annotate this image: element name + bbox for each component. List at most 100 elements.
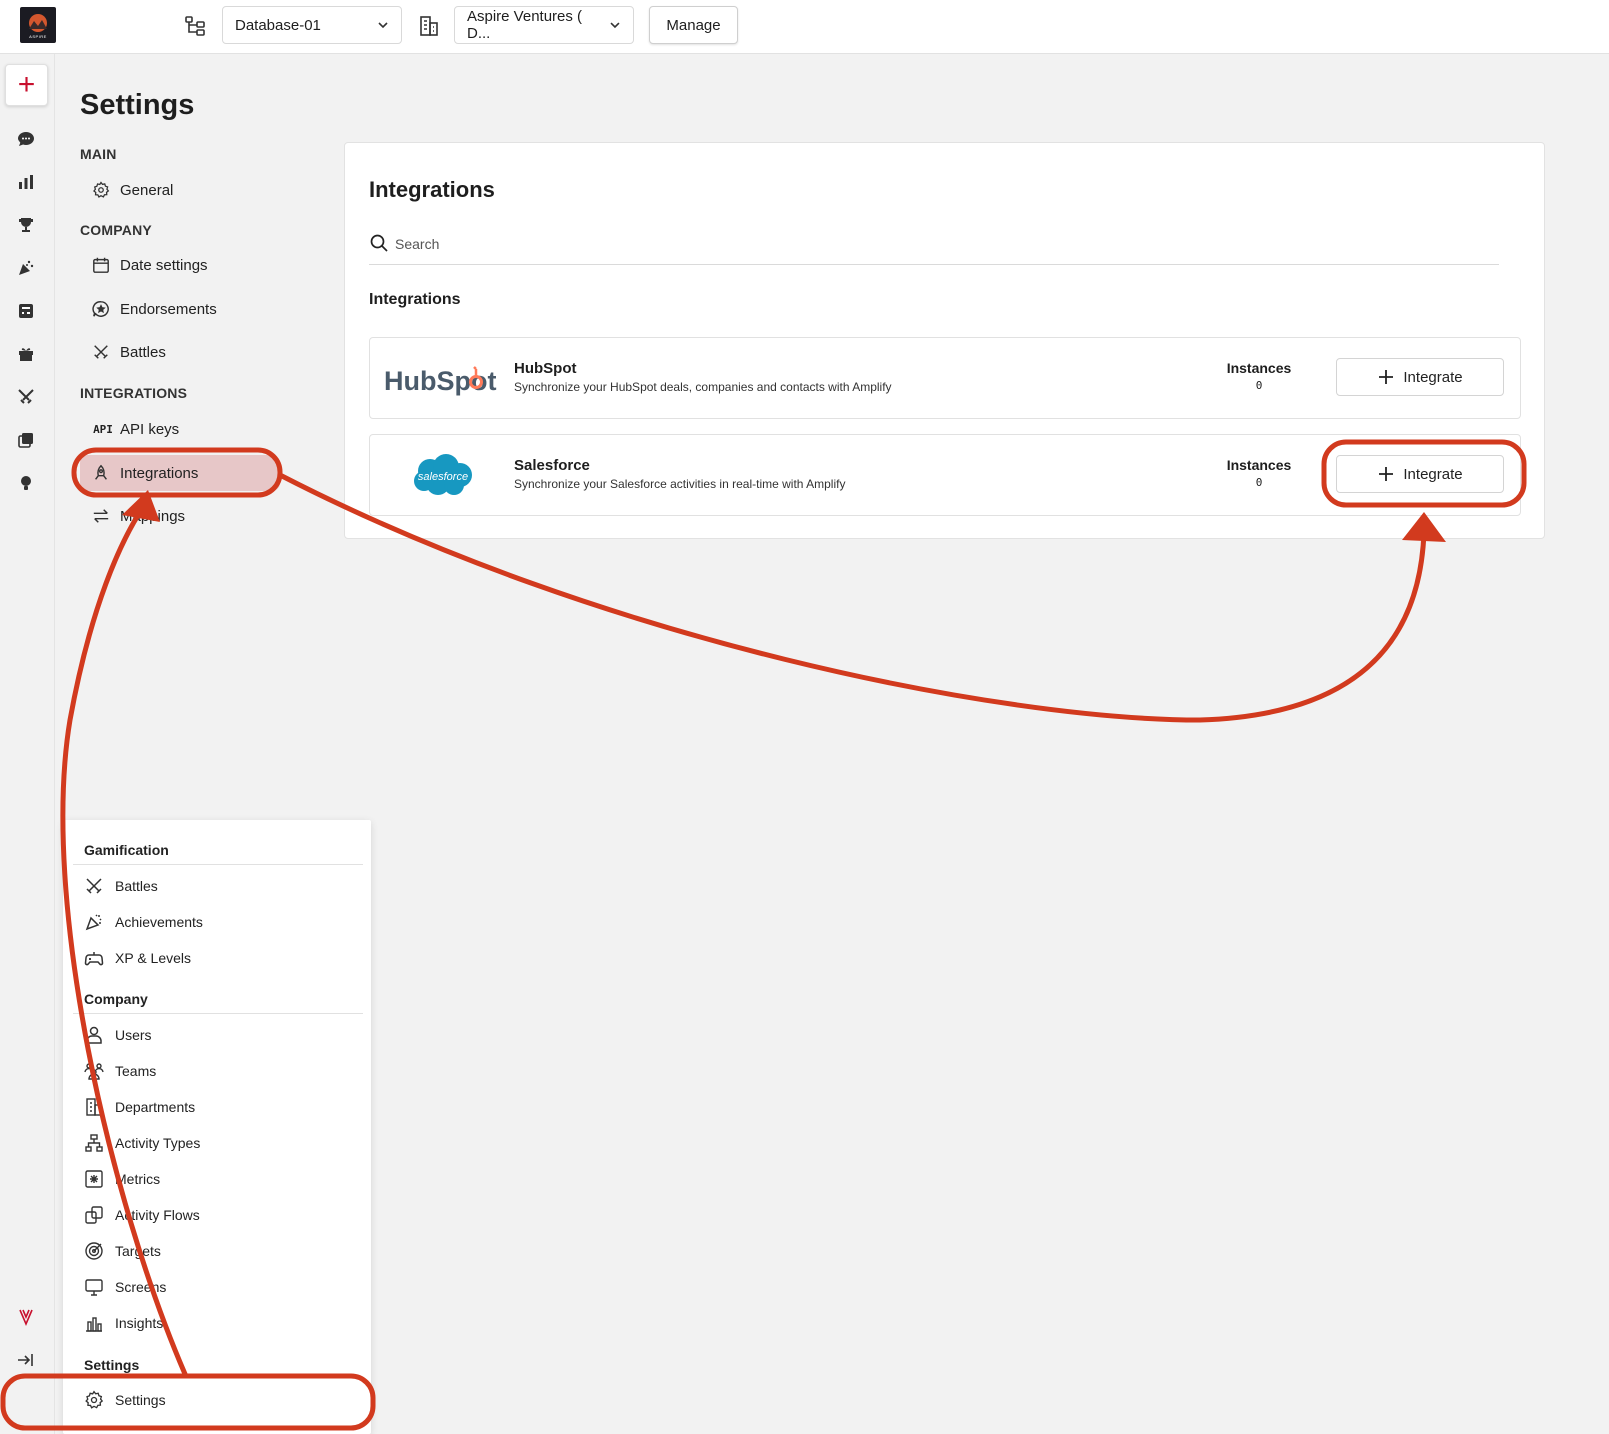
section-heading-company: COMPANY	[80, 222, 152, 238]
menu-heading-settings: Settings	[84, 1357, 140, 1373]
menu-item-label: Screens	[115, 1279, 167, 1295]
cards-icon[interactable]	[16, 430, 36, 450]
plus-icon	[1379, 370, 1394, 384]
confetti-icon[interactable]	[16, 258, 36, 278]
instances-label: Instances	[1226, 360, 1292, 376]
lightbulb-icon[interactable]	[16, 473, 36, 493]
api-icon: API	[93, 422, 113, 436]
gift-icon[interactable]	[16, 344, 36, 364]
integration-name: Salesforce	[514, 457, 590, 474]
calculator-icon[interactable]	[16, 301, 36, 321]
menu-item-label: Teams	[115, 1063, 157, 1079]
chat-icon[interactable]	[16, 129, 36, 149]
integrate-hubspot-button[interactable]: Integrate	[1336, 358, 1504, 396]
add-button[interactable]: +	[5, 64, 48, 106]
team-icon	[84, 1063, 104, 1080]
company-select[interactable]: Aspire Ventures ( D...	[454, 6, 634, 44]
card-title: Integrations	[369, 177, 495, 202]
app-logo[interactable]: ASPIRE	[20, 7, 56, 43]
star-bubble-icon	[91, 299, 111, 319]
collapse-icon[interactable]	[16, 1350, 36, 1370]
integrate-salesforce-button[interactable]: Integrate	[1336, 455, 1504, 493]
brand-icon[interactable]	[16, 1307, 36, 1327]
integration-row-salesforce: salesforce Salesforce Synchronize your S…	[369, 434, 1521, 516]
user-icon	[86, 1026, 102, 1044]
menu-item-label: Activity Types	[115, 1135, 201, 1151]
integrations-list-title: Integrations	[369, 291, 461, 308]
menu-item-activity-flows[interactable]: Activity Flows	[84, 1201, 354, 1229]
trophy-icon[interactable]	[16, 215, 36, 235]
menu-item-label: Settings	[115, 1392, 166, 1408]
menu-item-label: XP & Levels	[115, 950, 192, 966]
target-icon	[85, 1242, 103, 1260]
nav-item-date-settings[interactable]: Date settings	[80, 247, 280, 283]
menu-item-label: Targets	[115, 1243, 161, 1259]
section-heading-main: MAIN	[80, 146, 117, 162]
arrows-icon	[91, 506, 111, 526]
nav-item-integrations[interactable]: Integrations	[80, 455, 280, 491]
menu-item-targets[interactable]: Targets	[84, 1237, 354, 1265]
building-icon	[86, 1098, 102, 1116]
nav-item-label: Battles	[120, 343, 166, 361]
menu-item-label: Activity Flows	[115, 1207, 200, 1223]
menu-item-label: Battles	[115, 878, 158, 894]
search-icon	[370, 234, 388, 252]
database-select[interactable]: Database-01	[222, 6, 402, 44]
menu-item-activity-types[interactable]: Activity Types	[84, 1129, 354, 1157]
nav-item-label: Mappings	[120, 507, 186, 525]
menu-item-xp-levels[interactable]: XP & Levels	[84, 944, 354, 972]
hubspot-logo-text: HubSpot	[384, 366, 496, 396]
nav-item-battles[interactable]: Battles	[80, 334, 280, 370]
manage-button[interactable]: Manage	[649, 6, 738, 44]
instances-count: 0	[1255, 379, 1263, 392]
hierarchy-icon[interactable]	[183, 14, 207, 38]
menu-item-settings[interactable]: Settings	[84, 1386, 354, 1414]
calendar-icon	[91, 255, 111, 275]
divider	[73, 1013, 363, 1014]
instances-count: 0	[1255, 476, 1263, 489]
nav-item-label: API keys	[120, 420, 180, 438]
integrate-button-label: Integrate	[1403, 465, 1463, 483]
menu-heading-gamification: Gamification	[84, 842, 169, 858]
flows-icon	[85, 1206, 103, 1224]
confetti-icon	[85, 914, 102, 931]
swords-icon[interactable]	[16, 387, 36, 407]
menu-item-battles[interactable]: Battles	[84, 872, 354, 900]
monitor-icon	[85, 1279, 103, 1296]
menu-item-departments[interactable]: Departments	[84, 1093, 354, 1121]
menu-item-insights[interactable]: Insights	[84, 1309, 354, 1337]
nav-item-label: Endorsements	[120, 300, 217, 318]
icon-rail: +	[0, 54, 55, 1434]
integration-row-hubspot: HubSpot HubSpot Synchronize your HubSpot…	[369, 337, 1521, 419]
swords-icon	[86, 878, 102, 894]
building-icon	[417, 14, 441, 38]
menu-item-metrics[interactable]: Metrics	[84, 1165, 354, 1193]
nav-item-mappings[interactable]: Mappings	[80, 498, 280, 534]
menu-item-teams[interactable]: Teams	[84, 1057, 354, 1085]
nav-item-general[interactable]: General	[80, 172, 280, 208]
rocket-icon	[91, 463, 111, 483]
database-select-value: Database-01	[235, 16, 321, 34]
chevron-down-icon	[610, 22, 620, 29]
company-select-value: Aspire Ventures ( D...	[467, 8, 583, 42]
nav-item-endorsements[interactable]: Endorsements	[80, 291, 280, 327]
gamepad-icon	[84, 952, 104, 966]
nav-item-api-keys[interactable]: API API keys	[80, 411, 280, 447]
search-input[interactable]	[395, 229, 1485, 259]
menu-item-label: Insights	[115, 1315, 164, 1331]
menu-item-screens[interactable]: Screens	[84, 1273, 354, 1301]
instances-label: Instances	[1226, 457, 1292, 473]
instances: Instances 0	[1219, 457, 1299, 489]
hubspot-logo: HubSpot	[384, 366, 496, 396]
section-heading-integrations: INTEGRATIONS	[80, 385, 188, 401]
menu-item-users[interactable]: Users	[84, 1021, 354, 1049]
nav-item-label: Date settings	[120, 256, 208, 274]
bar-chart-icon[interactable]	[16, 172, 36, 192]
menu-item-label: Departments	[115, 1099, 196, 1115]
menu-item-achievements[interactable]: Achievements	[84, 908, 354, 936]
settings-popup-menu: Gamification Battles Achievements XP & L…	[63, 820, 371, 1434]
chevron-down-icon	[378, 22, 388, 29]
swords-icon	[91, 342, 111, 362]
search-bar	[369, 225, 1499, 265]
insights-icon	[86, 1317, 102, 1332]
